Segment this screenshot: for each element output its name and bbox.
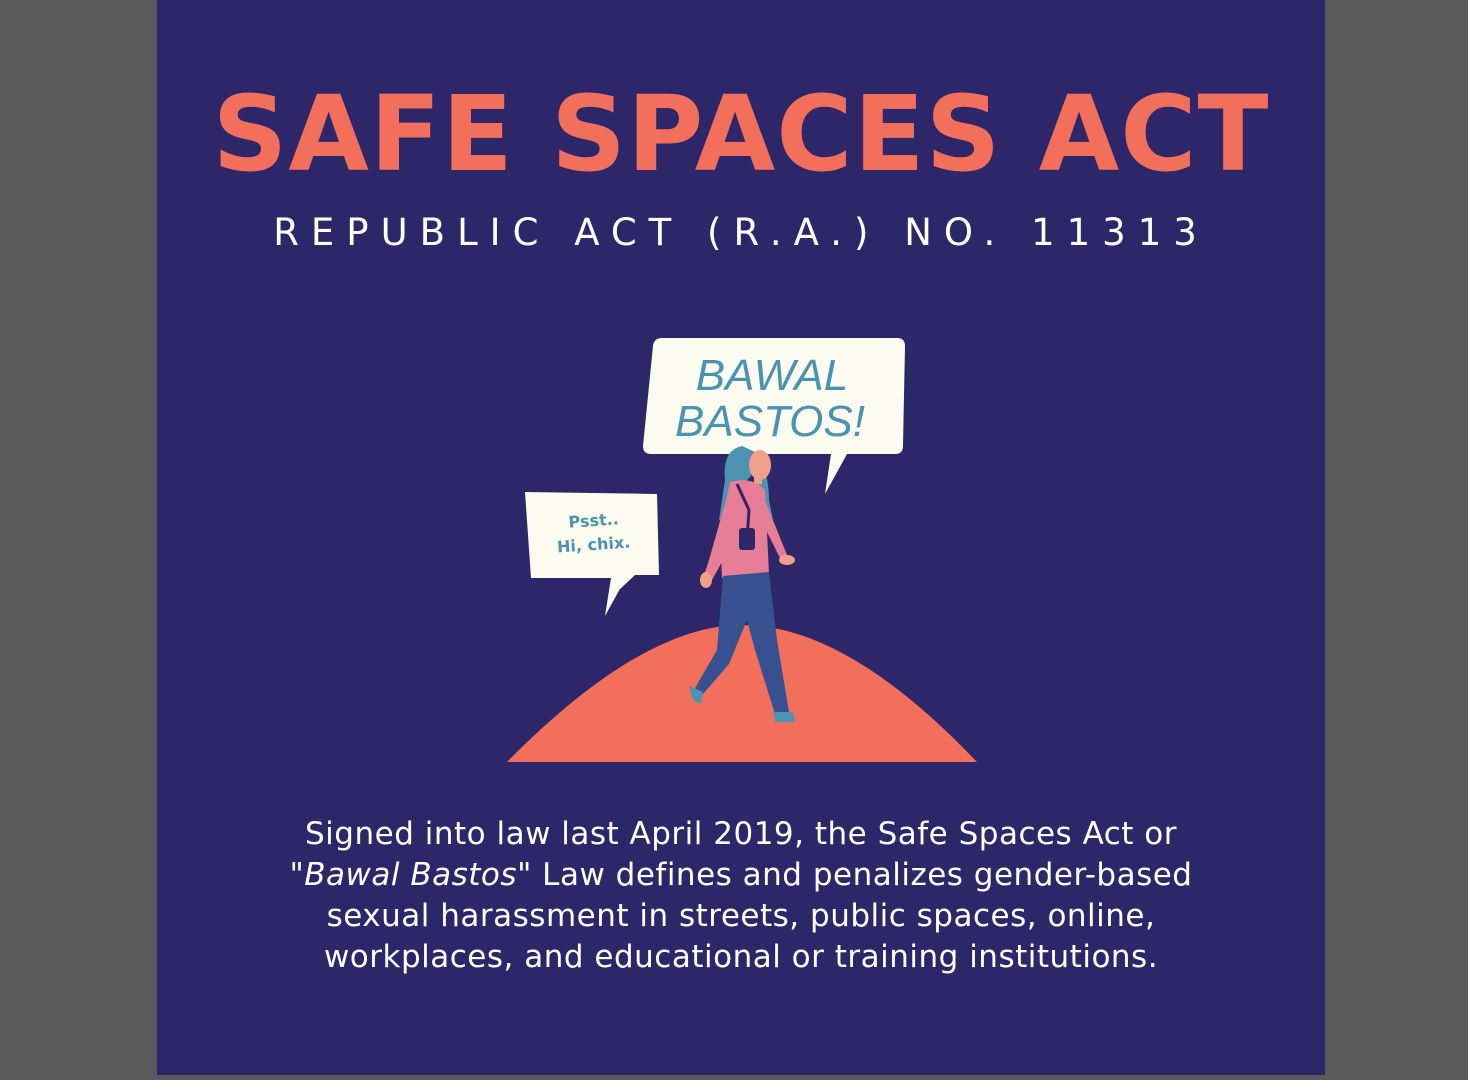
main-speech-bubble: BAWAL BASTOS! xyxy=(643,338,905,494)
poster-canvas: SAFE SPACES ACT REPUBLIC ACT (R.A.) NO. … xyxy=(157,0,1325,1075)
bubble-small-line1: Psst.. xyxy=(568,509,619,531)
description-text: Signed into law last April 2019, the Saf… xyxy=(257,814,1225,978)
small-speech-bubble: Psst.. Hi, chix. xyxy=(525,492,659,616)
hill-shape xyxy=(507,625,977,762)
bubble-main-line1: BAWAL xyxy=(696,351,848,400)
bubble-main-line2: BASTOS! xyxy=(675,397,865,446)
description-italic: Bawal Bastos xyxy=(304,857,518,893)
